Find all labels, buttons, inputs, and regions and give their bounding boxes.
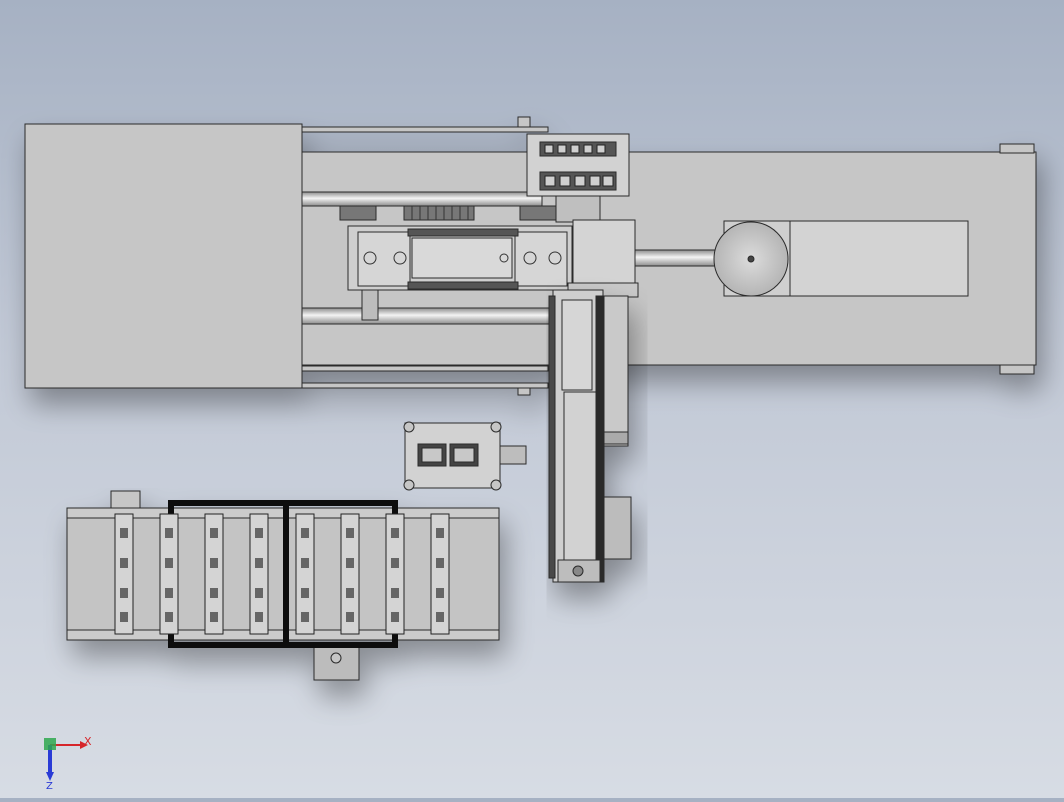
drum-unit <box>713 220 969 297</box>
linear-axis <box>548 289 632 583</box>
z-axis-label: Z <box>46 781 53 792</box>
orientation-triad: X Z <box>44 735 92 792</box>
assembly-drawing: X Z <box>24 116 1037 792</box>
drive-head <box>567 219 639 298</box>
fixture-plate <box>403 421 527 491</box>
x-axis-label: X <box>84 735 92 748</box>
tray-conveyor <box>66 490 500 681</box>
cad-viewport[interactable]: X Z <box>0 0 1064 798</box>
